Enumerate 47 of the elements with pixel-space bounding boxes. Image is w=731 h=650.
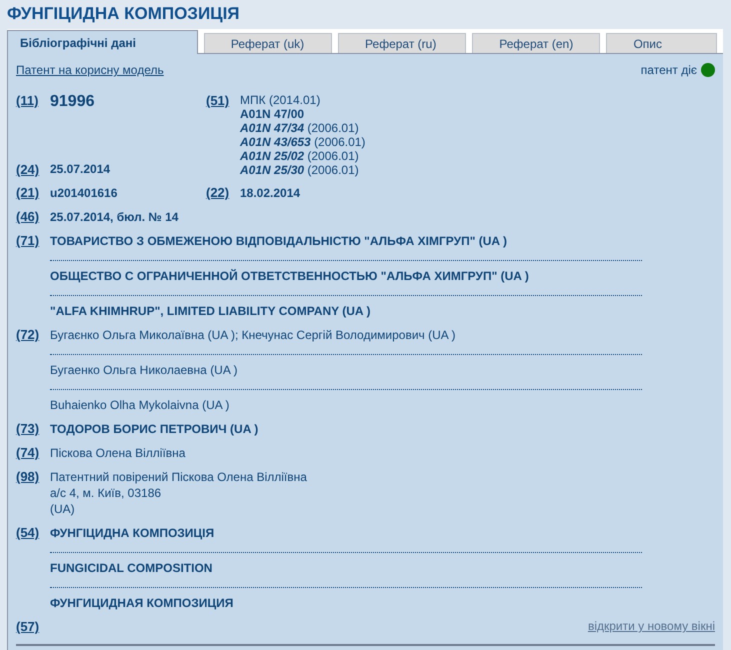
ipc-class: A01N 25/02 (2006.01) bbox=[240, 149, 360, 163]
field-value: 25.07.2014 bbox=[50, 162, 112, 176]
ipc-class: A01N 47/34 (2006.01) bbox=[240, 121, 360, 135]
field-code-link[interactable]: (24) bbox=[16, 162, 40, 177]
tab[interactable]: Бібліографічні дані bbox=[7, 30, 198, 54]
field-value: ФУНГІЦИДНА КОМПОЗИЦІЯ bbox=[50, 525, 216, 541]
field-code-link[interactable]: (21) bbox=[16, 185, 40, 201]
tab[interactable]: Реферат (ru) bbox=[338, 33, 466, 53]
field-code-link[interactable]: (73) bbox=[16, 421, 40, 436]
open-new-window-link[interactable]: відкрити у новому вікні bbox=[588, 619, 715, 634]
field-code-link[interactable]: (72) bbox=[16, 327, 40, 342]
field-value: ТОДОРОВ БОРИС ПЕТРОВИЧ (UA ) bbox=[50, 421, 260, 437]
ipc-class: A01N 43/653 (2006.01) bbox=[240, 135, 366, 149]
field-value: u201401616 bbox=[50, 185, 118, 201]
document-type-link[interactable]: Патент на корисну модель bbox=[16, 63, 164, 77]
field-value: 18.02.2014 bbox=[240, 185, 302, 201]
field-code-link[interactable]: (51) bbox=[206, 93, 230, 177]
tab[interactable]: Реферат (en) bbox=[472, 33, 600, 53]
field-value: Бугаенко Ольга Николаевна (UA ) bbox=[50, 362, 239, 378]
address-line: Патентний повірений Піскова Олена Вілліївна bbox=[50, 469, 308, 485]
field-code-link[interactable]: (54) bbox=[16, 525, 40, 540]
field-code-link[interactable]: (57) bbox=[16, 619, 40, 634]
field-value: FUNGICIDAL COMPOSITION bbox=[50, 560, 214, 576]
ipc-class: A01N 47/00 bbox=[240, 107, 306, 121]
field-code-link[interactable]: (74) bbox=[16, 445, 40, 460]
field-value: Бугаєнко Ольга Миколаївна (UA ); Кнечунас Сергій Володимирович (UA ) bbox=[50, 327, 456, 343]
field-value: ФУНГИЦИДНАЯ КОМПОЗИЦИЯ bbox=[50, 595, 234, 611]
tab[interactable]: Реферат (uk) bbox=[204, 33, 332, 53]
field-value: 91996 bbox=[50, 93, 96, 111]
field-code-link[interactable]: (11) bbox=[16, 93, 38, 108]
field-code-link[interactable]: (98) bbox=[16, 469, 40, 484]
field-code-link[interactable]: (46) bbox=[16, 209, 40, 224]
ipc-class: A01N 25/30 (2006.01) bbox=[240, 163, 360, 177]
status-label: патент діє bbox=[640, 63, 697, 77]
field-value: "ALFA KHIMHRUP", LIMITED LIABILITY COMPANY (UA ) bbox=[50, 303, 372, 319]
field-value: Buhaienko Olha Mykolaivna (UA ) bbox=[50, 397, 230, 413]
field-code-link[interactable]: (71) bbox=[16, 233, 40, 248]
field-value: 25.07.2014, бюл. № 14 bbox=[50, 209, 180, 225]
page-title: ФУНГІЦИДНА КОМПОЗИЦІЯ bbox=[7, 3, 241, 25]
address-line: (UA) bbox=[50, 501, 76, 517]
address-line: а/с 4, м. Київ, 03186 bbox=[50, 485, 162, 501]
field-value: ОБЩЕСТВО С ОГРАНИЧЕННОЙ ОТВЕТСТВЕННОСТЬЮ "АЛЬФА ХИМГРУП" (UA ) bbox=[50, 268, 530, 284]
ipc-heading: МПК (2014.01) bbox=[240, 93, 322, 107]
tab[interactable]: Опис bbox=[606, 33, 717, 53]
field-value: Піскова Олена Вілліївна bbox=[50, 445, 186, 461]
field-value: ТОВАРИСТВО З ОБМЕЖЕНОЮ ВІДПОВІДАЛЬНІСТЮ "АЛЬФА ХІМГРУП" (UA ) bbox=[50, 233, 508, 249]
field-code-link[interactable]: (22) bbox=[206, 185, 230, 201]
